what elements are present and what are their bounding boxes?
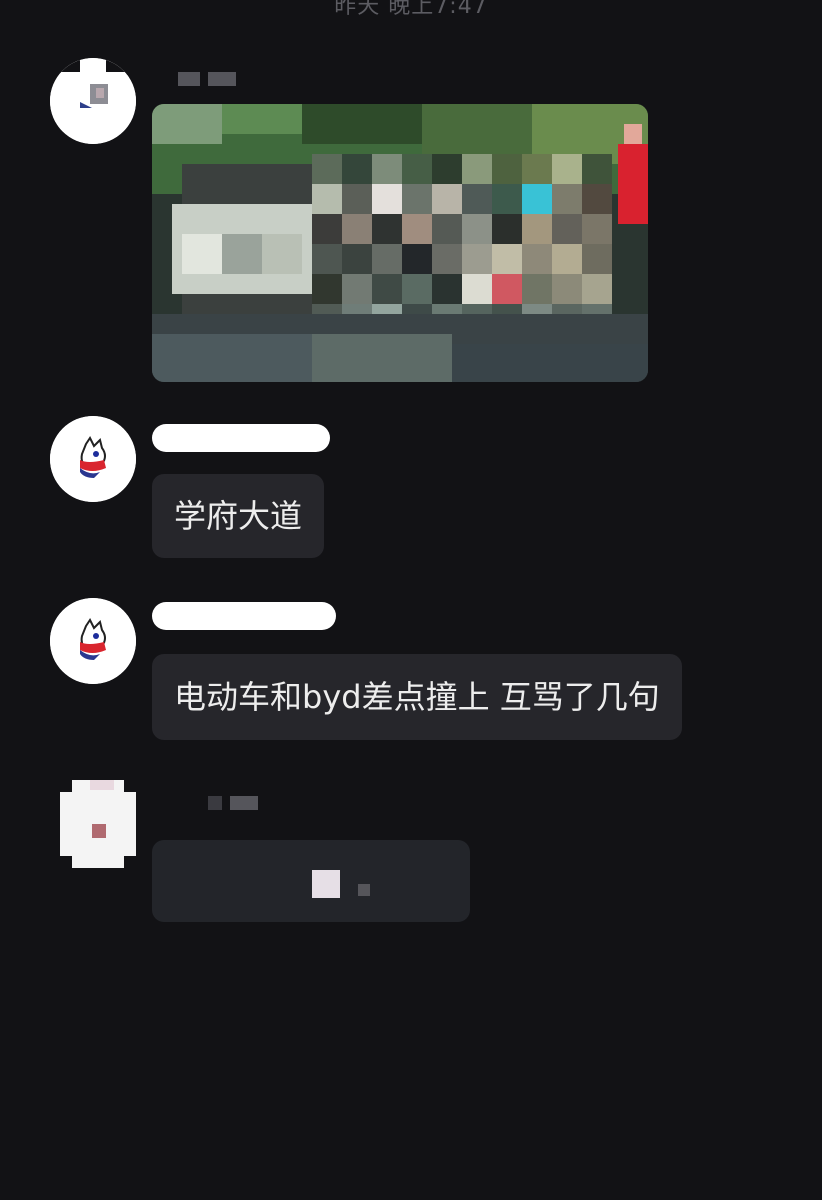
avatar[interactable] xyxy=(50,416,136,502)
image-message[interactable] xyxy=(152,104,648,382)
pixelated-avatar-icon xyxy=(50,58,136,144)
cartoon-avatar-icon xyxy=(50,416,136,502)
cartoon-avatar-icon xyxy=(50,598,136,684)
sender-name-redacted xyxy=(178,72,236,86)
avatar[interactable] xyxy=(60,780,136,868)
sender-name-redacted xyxy=(152,602,336,630)
chat-screen: 昨天 晚上7:47 学府大道 电动车和byd差点撞上 互骂了几句 xyxy=(0,0,822,1200)
text-message-bubble[interactable] xyxy=(152,840,470,922)
pixelated-photo-icon xyxy=(152,104,648,382)
message-time-divider: 昨天 晚上7:47 xyxy=(334,0,488,19)
sender-name-redacted xyxy=(208,796,258,810)
avatar[interactable] xyxy=(50,598,136,684)
pixelated-avatar-icon xyxy=(92,824,106,838)
text-message-bubble[interactable]: 学府大道 xyxy=(152,474,325,558)
sender-name-redacted xyxy=(152,424,330,452)
text-message-bubble[interactable]: 电动车和byd差点撞上 互骂了几句 xyxy=(152,654,682,740)
avatar[interactable] xyxy=(50,58,136,144)
